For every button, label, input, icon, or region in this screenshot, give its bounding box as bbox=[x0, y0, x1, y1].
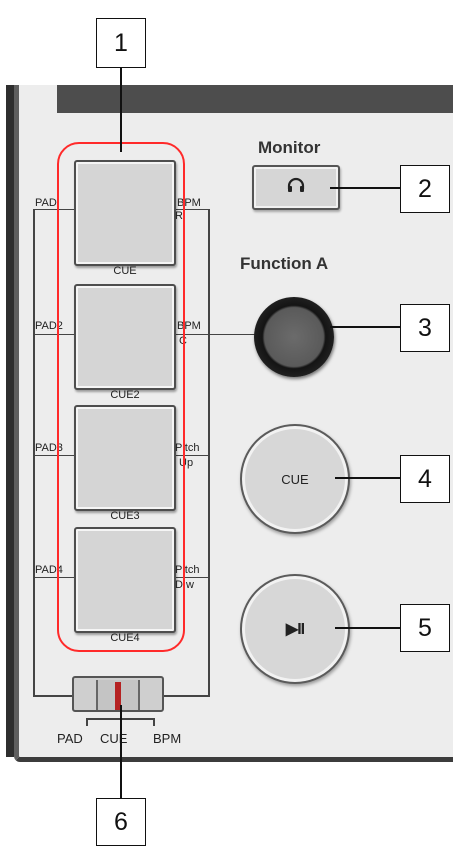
headphones-icon bbox=[287, 177, 305, 198]
fader-scale-tick-right bbox=[153, 718, 155, 726]
cue-button[interactable]: CUE bbox=[240, 424, 350, 534]
callout-5-leader bbox=[335, 627, 400, 629]
fader-label-bpm: BPM bbox=[153, 731, 182, 746]
callout-6: 6 bbox=[96, 798, 146, 846]
callout-3-leader bbox=[330, 326, 400, 328]
callout-6-leader bbox=[120, 705, 122, 800]
pad2-right-wire bbox=[174, 334, 264, 335]
play-pause-icon: ▶II bbox=[285, 621, 305, 638]
callout-1: 1 bbox=[96, 18, 146, 68]
pads-highlight-frame bbox=[57, 142, 185, 652]
right-bus-wire bbox=[208, 209, 210, 696]
callout-5: 5 bbox=[400, 604, 450, 652]
panel-edge bbox=[6, 85, 14, 757]
pad-1-left-label: PAD bbox=[35, 197, 57, 209]
top-strip bbox=[57, 85, 453, 113]
monitor-button[interactable] bbox=[252, 165, 340, 210]
fader-label-cue: CUE bbox=[100, 731, 128, 746]
cue-button-label: CUE bbox=[281, 471, 309, 487]
callout-4: 4 bbox=[400, 455, 450, 503]
function-a-knob[interactable] bbox=[254, 297, 334, 377]
function-a-heading: Function A bbox=[240, 254, 329, 273]
fader-right-wire bbox=[163, 695, 210, 697]
play-pause-button[interactable]: ▶II bbox=[240, 574, 350, 684]
fader-left-wire bbox=[33, 695, 73, 697]
fader-label-pad: PAD bbox=[57, 731, 83, 746]
callout-1-leader bbox=[120, 66, 122, 152]
callout-2: 2 bbox=[400, 165, 450, 213]
callout-3: 3 bbox=[400, 304, 450, 352]
callout-4-leader bbox=[335, 477, 400, 479]
fader-scale-tick-left bbox=[86, 718, 88, 726]
callout-2-leader bbox=[330, 187, 400, 189]
monitor-heading: Monitor bbox=[258, 138, 321, 157]
